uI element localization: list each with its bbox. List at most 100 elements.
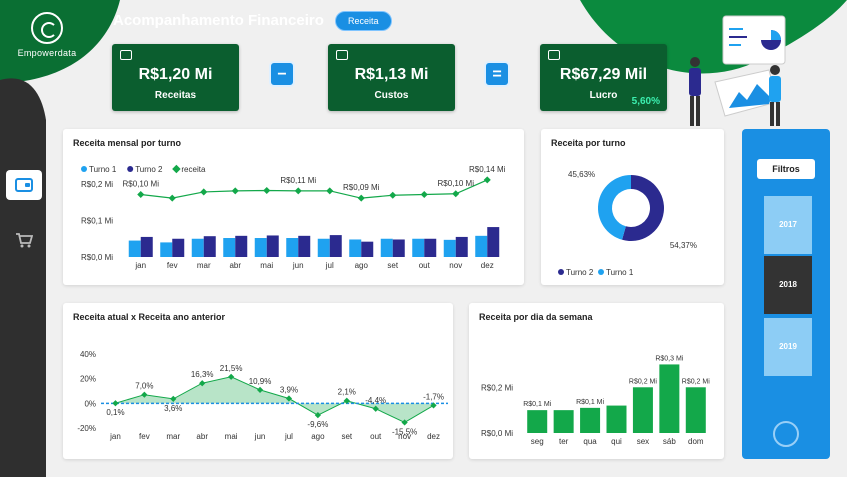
bar-turno2 <box>140 236 153 257</box>
receita-point <box>326 187 334 195</box>
data-label: R$0,3 Mi <box>655 355 683 362</box>
bar-turno2 <box>172 238 185 257</box>
receita-point <box>137 190 145 199</box>
bar-turno1 <box>443 239 456 257</box>
receita-point <box>168 194 176 202</box>
x-tick-label: out <box>370 432 382 441</box>
receita-point <box>452 190 460 198</box>
bar <box>632 387 653 433</box>
data-label: R$0,1 Mi <box>523 401 551 408</box>
x-tick-label: qui <box>611 437 622 446</box>
legend-marker <box>558 269 564 275</box>
kpi-value: R$1,13 Mi <box>354 66 429 83</box>
legend-marker <box>127 166 134 172</box>
data-label: 0,1% <box>106 408 124 417</box>
receita-point <box>357 194 365 202</box>
data-label: R$0,10 Mi <box>438 179 475 188</box>
bar <box>606 405 627 433</box>
legend-marker <box>598 269 604 275</box>
x-tick-label: jun <box>254 432 266 441</box>
monthly-revenue-chart: Turno 1 Turno 2 receita R$0,0 Mi R$0,1 Mi R$0… <box>81 164 506 270</box>
x-tick-label: nov <box>398 432 411 441</box>
page-title: Acompanhamento Financeiro <box>113 12 324 29</box>
wallet-icon <box>15 178 33 192</box>
kpi-lucro: R$67,29 Mil Lucro 5,60% <box>540 44 667 111</box>
bar-turno1 <box>475 235 488 257</box>
bar-turno2 <box>361 241 374 257</box>
data-label: R$0,2 Mi <box>629 378 657 385</box>
x-tick-label: out <box>419 261 431 270</box>
y-tick-label: R$0,2 Mi <box>481 383 513 392</box>
bar-turno2 <box>455 236 468 257</box>
y-tick-label: 20% <box>80 375 96 384</box>
data-label: R$0,14 Mi <box>469 165 506 174</box>
revenue-by-shift-chart: 54,37% 45,63% Turno 2 Turno 1 <box>558 170 697 277</box>
bar-turno1 <box>349 239 362 257</box>
data-label: 10,9% <box>249 377 272 386</box>
legend-label: Turno 2 <box>566 268 594 277</box>
y-tick-label: R$0,0 Mi <box>481 429 513 438</box>
bar-turno1 <box>412 238 425 257</box>
data-point <box>112 400 119 407</box>
x-tick-label: mar <box>197 261 211 270</box>
x-tick-label: dez <box>481 261 494 270</box>
x-tick-label: abr <box>229 261 241 270</box>
bar-turno2 <box>392 239 405 257</box>
x-tick-label: jul <box>284 432 293 441</box>
kpi-label: Receitas <box>154 90 197 101</box>
kpi-receitas: R$1,20 Mi Receitas <box>112 44 239 111</box>
year-2019-button[interactable]: 2019 <box>764 318 812 376</box>
analytics-illustration <box>689 15 786 126</box>
banknote-icon <box>548 50 560 60</box>
x-tick-label: mai <box>260 261 273 270</box>
minus-operator: − <box>269 61 295 87</box>
x-tick-label: mai <box>225 432 238 441</box>
x-tick-label: jun <box>292 261 304 270</box>
bar-turno2 <box>298 235 311 257</box>
x-tick-label: set <box>387 261 398 270</box>
x-tick-label: dom <box>688 437 704 446</box>
data-label: R$0,09 Mi <box>343 183 380 192</box>
bar <box>659 364 680 433</box>
card-monthly-revenue: Receita mensal por turno Turno 1 Turno 2r… <box>63 129 524 285</box>
nav-cart[interactable] <box>6 225 42 255</box>
x-tick-label: jul <box>325 261 334 270</box>
card-weekday-revenue: Receita por dia da semana R$0,0 Mi R$0,2 … <box>469 303 724 459</box>
bar-turno2 <box>424 238 437 257</box>
receita-badge[interactable]: Receita <box>335 11 392 31</box>
data-label: R$0,10 Mi <box>123 180 160 189</box>
bar <box>553 410 574 433</box>
y-tick-label: R$0,2 Mi <box>81 180 113 189</box>
x-tick-label: fev <box>167 261 178 270</box>
brand-mark-icon <box>773 421 799 447</box>
brand-logo[interactable]: Empowerdata <box>12 12 82 58</box>
brand-name: Empowerdata <box>17 48 77 58</box>
x-tick-label: qua <box>583 437 597 446</box>
x-tick-label: seg <box>531 437 544 446</box>
slice-label: 45,63% <box>568 170 595 179</box>
kpi-value: R$67,29 Mil <box>559 66 648 83</box>
receita-point <box>483 176 491 184</box>
nav-wallet[interactable] <box>6 170 42 200</box>
data-label: 7,0% <box>135 382 153 391</box>
cart-icon <box>16 233 33 248</box>
y-tick-label: -20% <box>77 424 96 433</box>
legend-marker <box>172 164 181 174</box>
x-tick-label: sex <box>637 437 649 446</box>
legend-label: Turno 1 <box>606 268 634 277</box>
bar-turno2 <box>329 235 342 257</box>
bar <box>527 410 548 433</box>
legend-marker <box>81 166 87 172</box>
data-label: 3,9% <box>280 386 298 395</box>
x-tick-label: ter <box>559 437 569 446</box>
receita-point <box>420 190 428 199</box>
y-tick-label: 0% <box>84 399 96 408</box>
x-tick-label: fev <box>139 432 150 441</box>
y-tick-label: R$0,0 Mi <box>81 253 113 262</box>
bar-turno2 <box>203 236 216 257</box>
bar-turno2 <box>235 235 248 257</box>
data-label: -9,6% <box>307 420 328 429</box>
year-2017-button[interactable]: 2017 <box>764 196 812 254</box>
year-2018-button[interactable]: 2018 <box>764 256 812 314</box>
legend-label: Turno 2 <box>135 165 163 174</box>
